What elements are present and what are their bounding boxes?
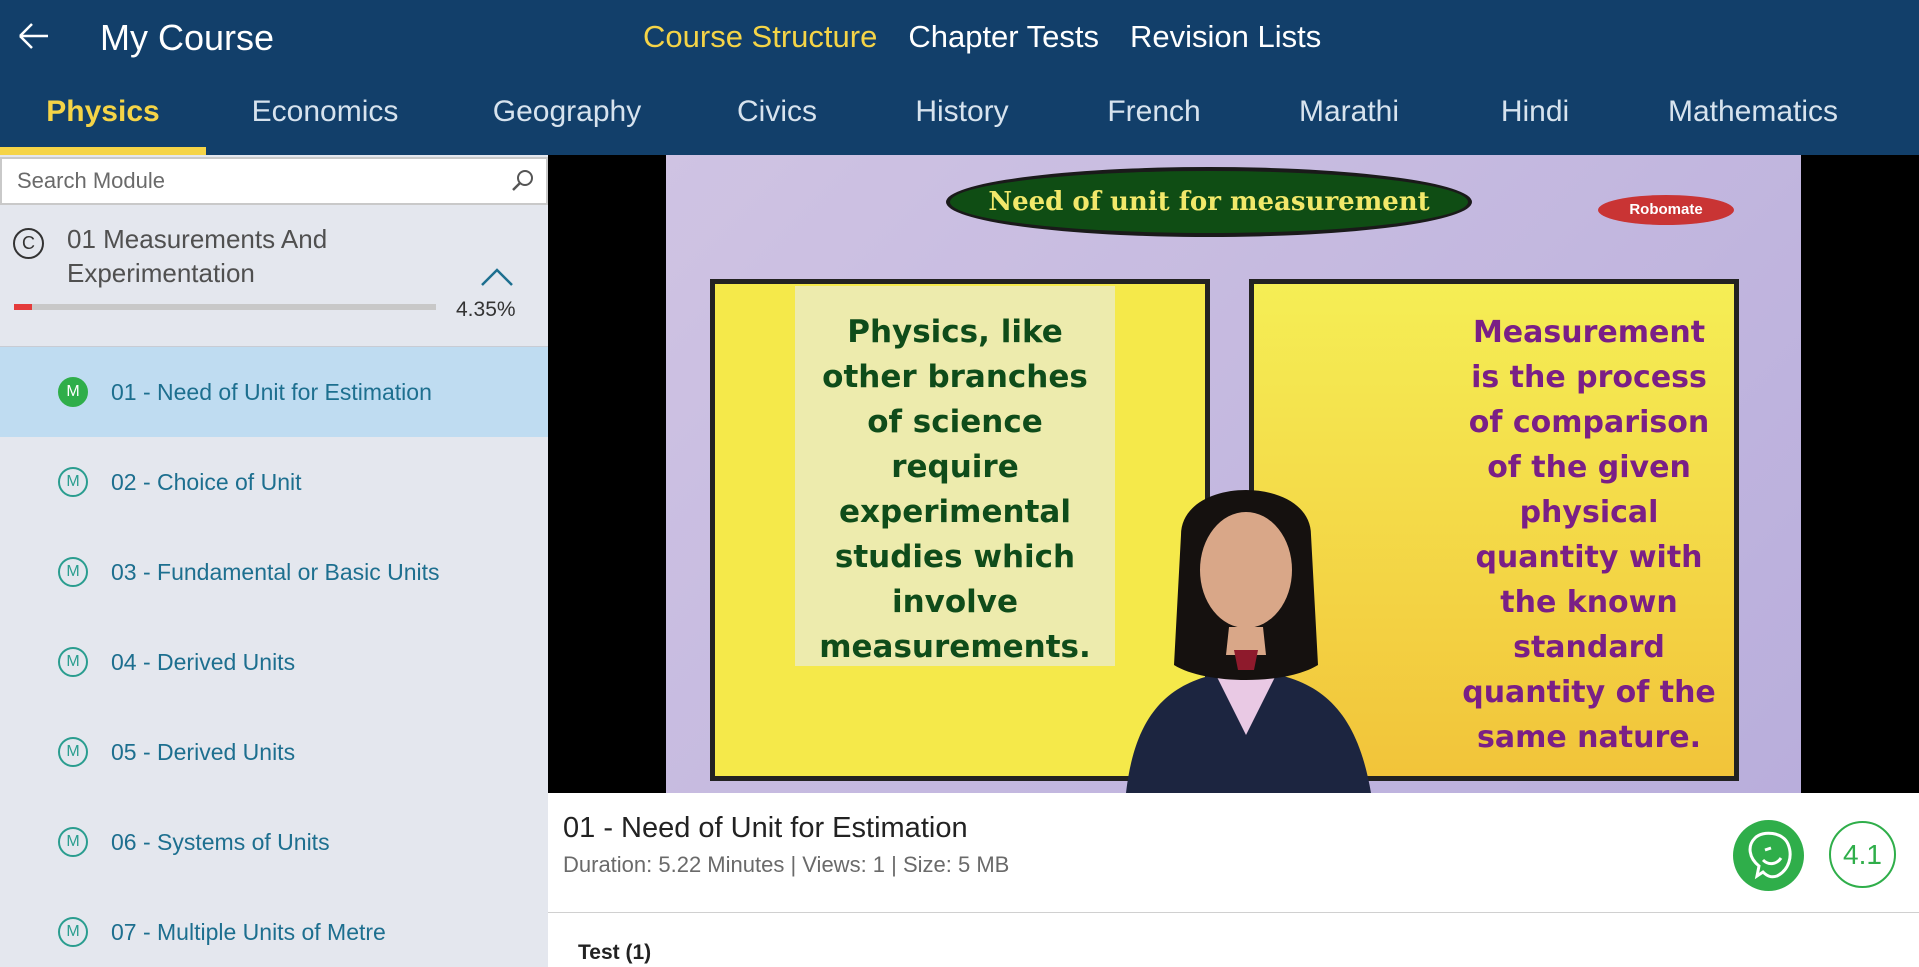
module-icon: M — [58, 827, 88, 857]
chapter-header[interactable]: C 01 Measurements And Experimentation 4.… — [0, 205, 548, 347]
module-label: 03 - Fundamental or Basic Units — [111, 559, 440, 585]
video-frame[interactable]: Need of unit for measurement Robomate Ph… — [666, 155, 1801, 793]
video-meta: Duration: 5.22 Minutes | Views: 1 | Size… — [563, 852, 1010, 877]
chapter-title: 01 Measurements And Experimentation — [67, 224, 328, 288]
module-icon: M — [58, 917, 88, 947]
nav-course-structure[interactable]: Course Structure — [643, 17, 877, 57]
module-label: 06 - Systems of Units — [111, 829, 330, 855]
search-box — [0, 157, 548, 205]
module-item-02[interactable]: M 02 - Choice of Unit — [0, 437, 548, 527]
chapter-progress-text: 4.35% — [456, 298, 516, 321]
module-label: 04 - Derived Units — [111, 649, 296, 675]
top-nav: Course Structure Chapter Tests Revision … — [643, 17, 1321, 57]
module-label: 01 - Need of Unit for Estimation — [111, 379, 432, 405]
tab-physics[interactable]: Physics — [0, 92, 206, 155]
chapter-icon: C — [13, 228, 44, 259]
subject-tabs: Physics Economics Geography Civics Histo… — [0, 76, 1919, 155]
module-label: 02 - Choice of Unit — [111, 469, 302, 495]
module-item-07[interactable]: M 07 - Multiple Units of Metre — [0, 887, 548, 967]
tab-hindi[interactable]: Hindi — [1490, 92, 1580, 155]
video-details: 01 - Need of Unit for Estimation Duratio… — [548, 793, 1919, 913]
rating-badge: 4.1 — [1829, 821, 1896, 888]
page-title: My Course — [100, 17, 275, 58]
module-item-01[interactable]: M 01 - Need of Unit for Estimation — [0, 347, 548, 437]
back-button[interactable] — [14, 18, 54, 54]
module-item-06[interactable]: M 06 - Systems of Units — [0, 797, 548, 887]
arrow-left-icon — [19, 23, 48, 49]
chapter-progress-fill — [14, 304, 33, 310]
active-tab-indicator — [0, 147, 206, 155]
tab-french[interactable]: French — [1094, 92, 1214, 155]
test-section: Test (1) — [548, 913, 1919, 967]
test-tab[interactable]: Test (1) — [578, 941, 651, 965]
module-icon: M — [58, 377, 88, 407]
module-label: 05 - Derived Units — [111, 739, 296, 765]
module-icon: M — [58, 557, 88, 587]
module-item-03[interactable]: M 03 - Fundamental or Basic Units — [0, 527, 548, 617]
module-icon: M — [58, 737, 88, 767]
search-icon[interactable] — [510, 168, 536, 194]
video-player[interactable]: Need of unit for measurement Robomate Ph… — [548, 155, 1919, 793]
tab-geography[interactable]: Geography — [482, 92, 652, 155]
search-input[interactable] — [2, 159, 492, 203]
slide-logo: Robomate — [1598, 195, 1734, 225]
module-icon: M — [58, 647, 88, 677]
module-sidebar: C 01 Measurements And Experimentation 4.… — [0, 155, 548, 967]
module-label: 07 - Multiple Units of Metre — [111, 919, 386, 945]
video-title: 01 - Need of Unit for Estimation — [563, 812, 968, 844]
feedback-button[interactable] — [1733, 820, 1804, 891]
slide-right-text: Measurement is the process of comparison… — [1462, 315, 1716, 755]
smiley-face-icon — [1748, 831, 1792, 880]
module-item-05[interactable]: M 05 - Derived Units — [0, 707, 548, 797]
chevron-up-icon[interactable] — [480, 263, 514, 289]
tab-civics[interactable]: Civics — [727, 92, 827, 155]
tab-history[interactable]: History — [902, 92, 1022, 155]
module-icon: M — [58, 467, 88, 497]
nav-chapter-tests[interactable]: Chapter Tests — [908, 17, 1099, 57]
tab-marathi[interactable]: Marathi — [1286, 92, 1412, 155]
slide-left-text: Physics, like other branches of science … — [819, 314, 1091, 665]
slide-title: Need of unit for measurement — [946, 167, 1472, 237]
chapter-progress-bar — [14, 304, 436, 310]
tab-mathematics[interactable]: Mathematics — [1660, 92, 1846, 155]
tab-economics[interactable]: Economics — [240, 92, 410, 155]
app-header: My Course Course Structure Chapter Tests… — [0, 0, 1919, 76]
nav-revision-lists[interactable]: Revision Lists — [1130, 17, 1321, 57]
module-item-04[interactable]: M 04 - Derived Units — [0, 617, 548, 707]
presenter-figure — [1126, 490, 1371, 793]
